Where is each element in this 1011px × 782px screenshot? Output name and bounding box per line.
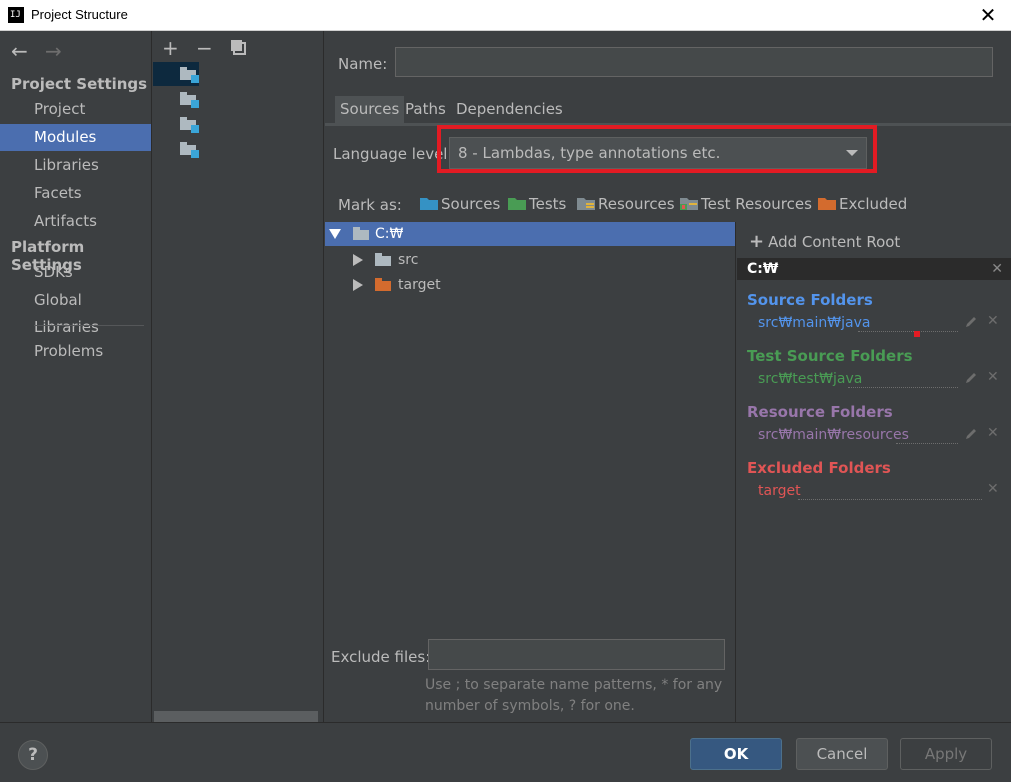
help-button[interactable]: ? xyxy=(18,740,48,770)
folder-icon xyxy=(353,227,369,240)
test-source-folders-heading: Test Source Folders xyxy=(747,347,913,365)
sources-folder-icon xyxy=(420,196,438,210)
ok-button[interactable]: OK xyxy=(690,738,782,770)
plus-icon: + xyxy=(749,231,765,252)
window-title: Project Structure xyxy=(31,7,128,22)
remove-resource-folder-icon[interactable]: ✕ xyxy=(987,425,999,441)
mark-as-label: Mark as: xyxy=(338,196,402,214)
module-row[interactable] xyxy=(153,112,199,136)
nav-item-global-libraries[interactable]: Global Libraries xyxy=(0,287,151,336)
nav-item-artifacts[interactable]: Artifacts xyxy=(0,208,151,235)
nav-item-libraries[interactable]: Libraries xyxy=(0,152,151,179)
remove-test-source-folder-icon[interactable]: ✕ xyxy=(987,369,999,385)
module-name-input[interactable] xyxy=(395,47,993,77)
mark-excluded-button[interactable]: Excluded xyxy=(818,195,907,213)
mark-resources-button[interactable]: Resources xyxy=(577,195,675,213)
module-list-panel: + − xyxy=(152,31,324,722)
tab-paths[interactable]: Paths xyxy=(400,96,451,123)
remove-icon[interactable]: − xyxy=(196,36,213,60)
folder-icon xyxy=(375,253,391,266)
excluded-folders-heading: Excluded Folders xyxy=(747,459,891,477)
excluded-folder-icon xyxy=(375,278,391,291)
highlight-annotation xyxy=(437,125,877,173)
module-row[interactable] xyxy=(153,137,199,161)
remove-root-icon[interactable]: ✕ xyxy=(991,258,1003,280)
remove-source-folder-icon[interactable]: ✕ xyxy=(987,313,999,329)
tree-label: target xyxy=(398,277,441,293)
forward-arrow-icon[interactable]: → xyxy=(45,39,62,63)
language-level-label: Language level: xyxy=(333,145,453,163)
dotted-divider xyxy=(798,499,982,500)
nav-item-facets[interactable]: Facets xyxy=(0,180,151,207)
resource-folders-heading: Resource Folders xyxy=(747,403,893,421)
dotted-divider xyxy=(858,331,958,332)
nav-divider xyxy=(34,325,144,326)
resources-folder-icon xyxy=(577,196,595,210)
tab-dependencies[interactable]: Dependencies xyxy=(451,96,568,123)
edit-icon[interactable] xyxy=(964,371,978,385)
tree-row-root[interactable]: C:₩ xyxy=(325,222,735,246)
mark-sources-button[interactable]: Sources xyxy=(420,195,500,213)
dotted-divider xyxy=(896,443,958,444)
red-marker xyxy=(914,331,920,337)
back-arrow-icon[interactable]: ← xyxy=(11,39,28,63)
exclude-hint-line1: Use ; to separate name patterns, * for a… xyxy=(425,677,723,693)
exclude-files-input[interactable] xyxy=(428,639,725,670)
nav-item-sdks[interactable]: SDKs xyxy=(0,259,151,286)
excluded-folder-icon xyxy=(818,196,836,210)
nav-item-problems[interactable]: Problems xyxy=(0,338,151,365)
nav-item-project[interactable]: Project xyxy=(0,96,151,123)
collapse-arrow-icon[interactable] xyxy=(329,229,341,239)
close-icon[interactable]: ✕ xyxy=(965,0,1011,31)
source-folders-heading: Source Folders xyxy=(747,291,873,309)
expand-arrow-icon[interactable] xyxy=(353,254,363,266)
remove-excluded-folder-icon[interactable]: ✕ xyxy=(987,481,999,497)
tests-folder-icon xyxy=(508,196,526,210)
folder-tree: C:₩ src target Exclude files: Use ; to s… xyxy=(325,221,735,721)
copy-icon[interactable] xyxy=(229,37,247,55)
resource-folder-path: src₩main₩resources xyxy=(758,427,909,443)
add-content-root-button[interactable]: + Add Content Root xyxy=(749,231,900,252)
module-settings-panel: Name: Sources Paths Dependencies Languag… xyxy=(325,31,1011,722)
content-roots-panel: + Add Content Root C:₩ ✕ Source Folders s… xyxy=(735,222,1011,722)
edit-icon[interactable] xyxy=(964,427,978,441)
nav-item-modules[interactable]: Modules xyxy=(0,124,151,151)
apply-button[interactable]: Apply xyxy=(900,738,992,770)
tree-label: src xyxy=(398,252,419,268)
tree-label: C:₩ xyxy=(375,226,404,242)
add-icon[interactable]: + xyxy=(162,36,179,60)
tree-row-target[interactable]: target xyxy=(325,273,735,297)
intellij-app-icon: IJ xyxy=(8,7,24,23)
dotted-divider xyxy=(848,387,958,388)
exclude-hint-line2: number of symbols, ? for one. xyxy=(425,698,635,714)
edit-icon[interactable] xyxy=(964,315,978,329)
title-bar: IJ Project Structure ✕ xyxy=(0,0,1011,31)
tree-row-src[interactable]: src xyxy=(325,248,735,272)
tab-sources[interactable]: Sources xyxy=(335,96,405,123)
test-source-folder-path: src₩test₩java xyxy=(758,371,863,387)
content-root-header: C:₩ ✕ xyxy=(737,258,1011,280)
module-row[interactable] xyxy=(153,62,199,86)
excluded-folder-path: target xyxy=(758,483,801,499)
source-folder-path: src₩main₩java xyxy=(758,315,871,331)
settings-navigation: ← → Project Settings Project Modules Lib… xyxy=(0,31,152,722)
mark-tests-button[interactable]: Tests xyxy=(508,195,566,213)
name-label: Name: xyxy=(338,55,388,73)
project-settings-heading: Project Settings xyxy=(11,75,148,93)
exclude-files-label: Exclude files: xyxy=(331,648,431,666)
expand-arrow-icon[interactable] xyxy=(353,279,363,291)
module-row[interactable] xyxy=(153,87,199,111)
test-resources-folder-icon xyxy=(680,196,698,210)
horizontal-scrollbar[interactable] xyxy=(154,711,318,722)
cancel-button[interactable]: Cancel xyxy=(796,738,888,770)
mark-test-resources-button[interactable]: Test Resources xyxy=(680,195,812,213)
dialog-footer: ? OK Cancel Apply xyxy=(0,722,1011,782)
